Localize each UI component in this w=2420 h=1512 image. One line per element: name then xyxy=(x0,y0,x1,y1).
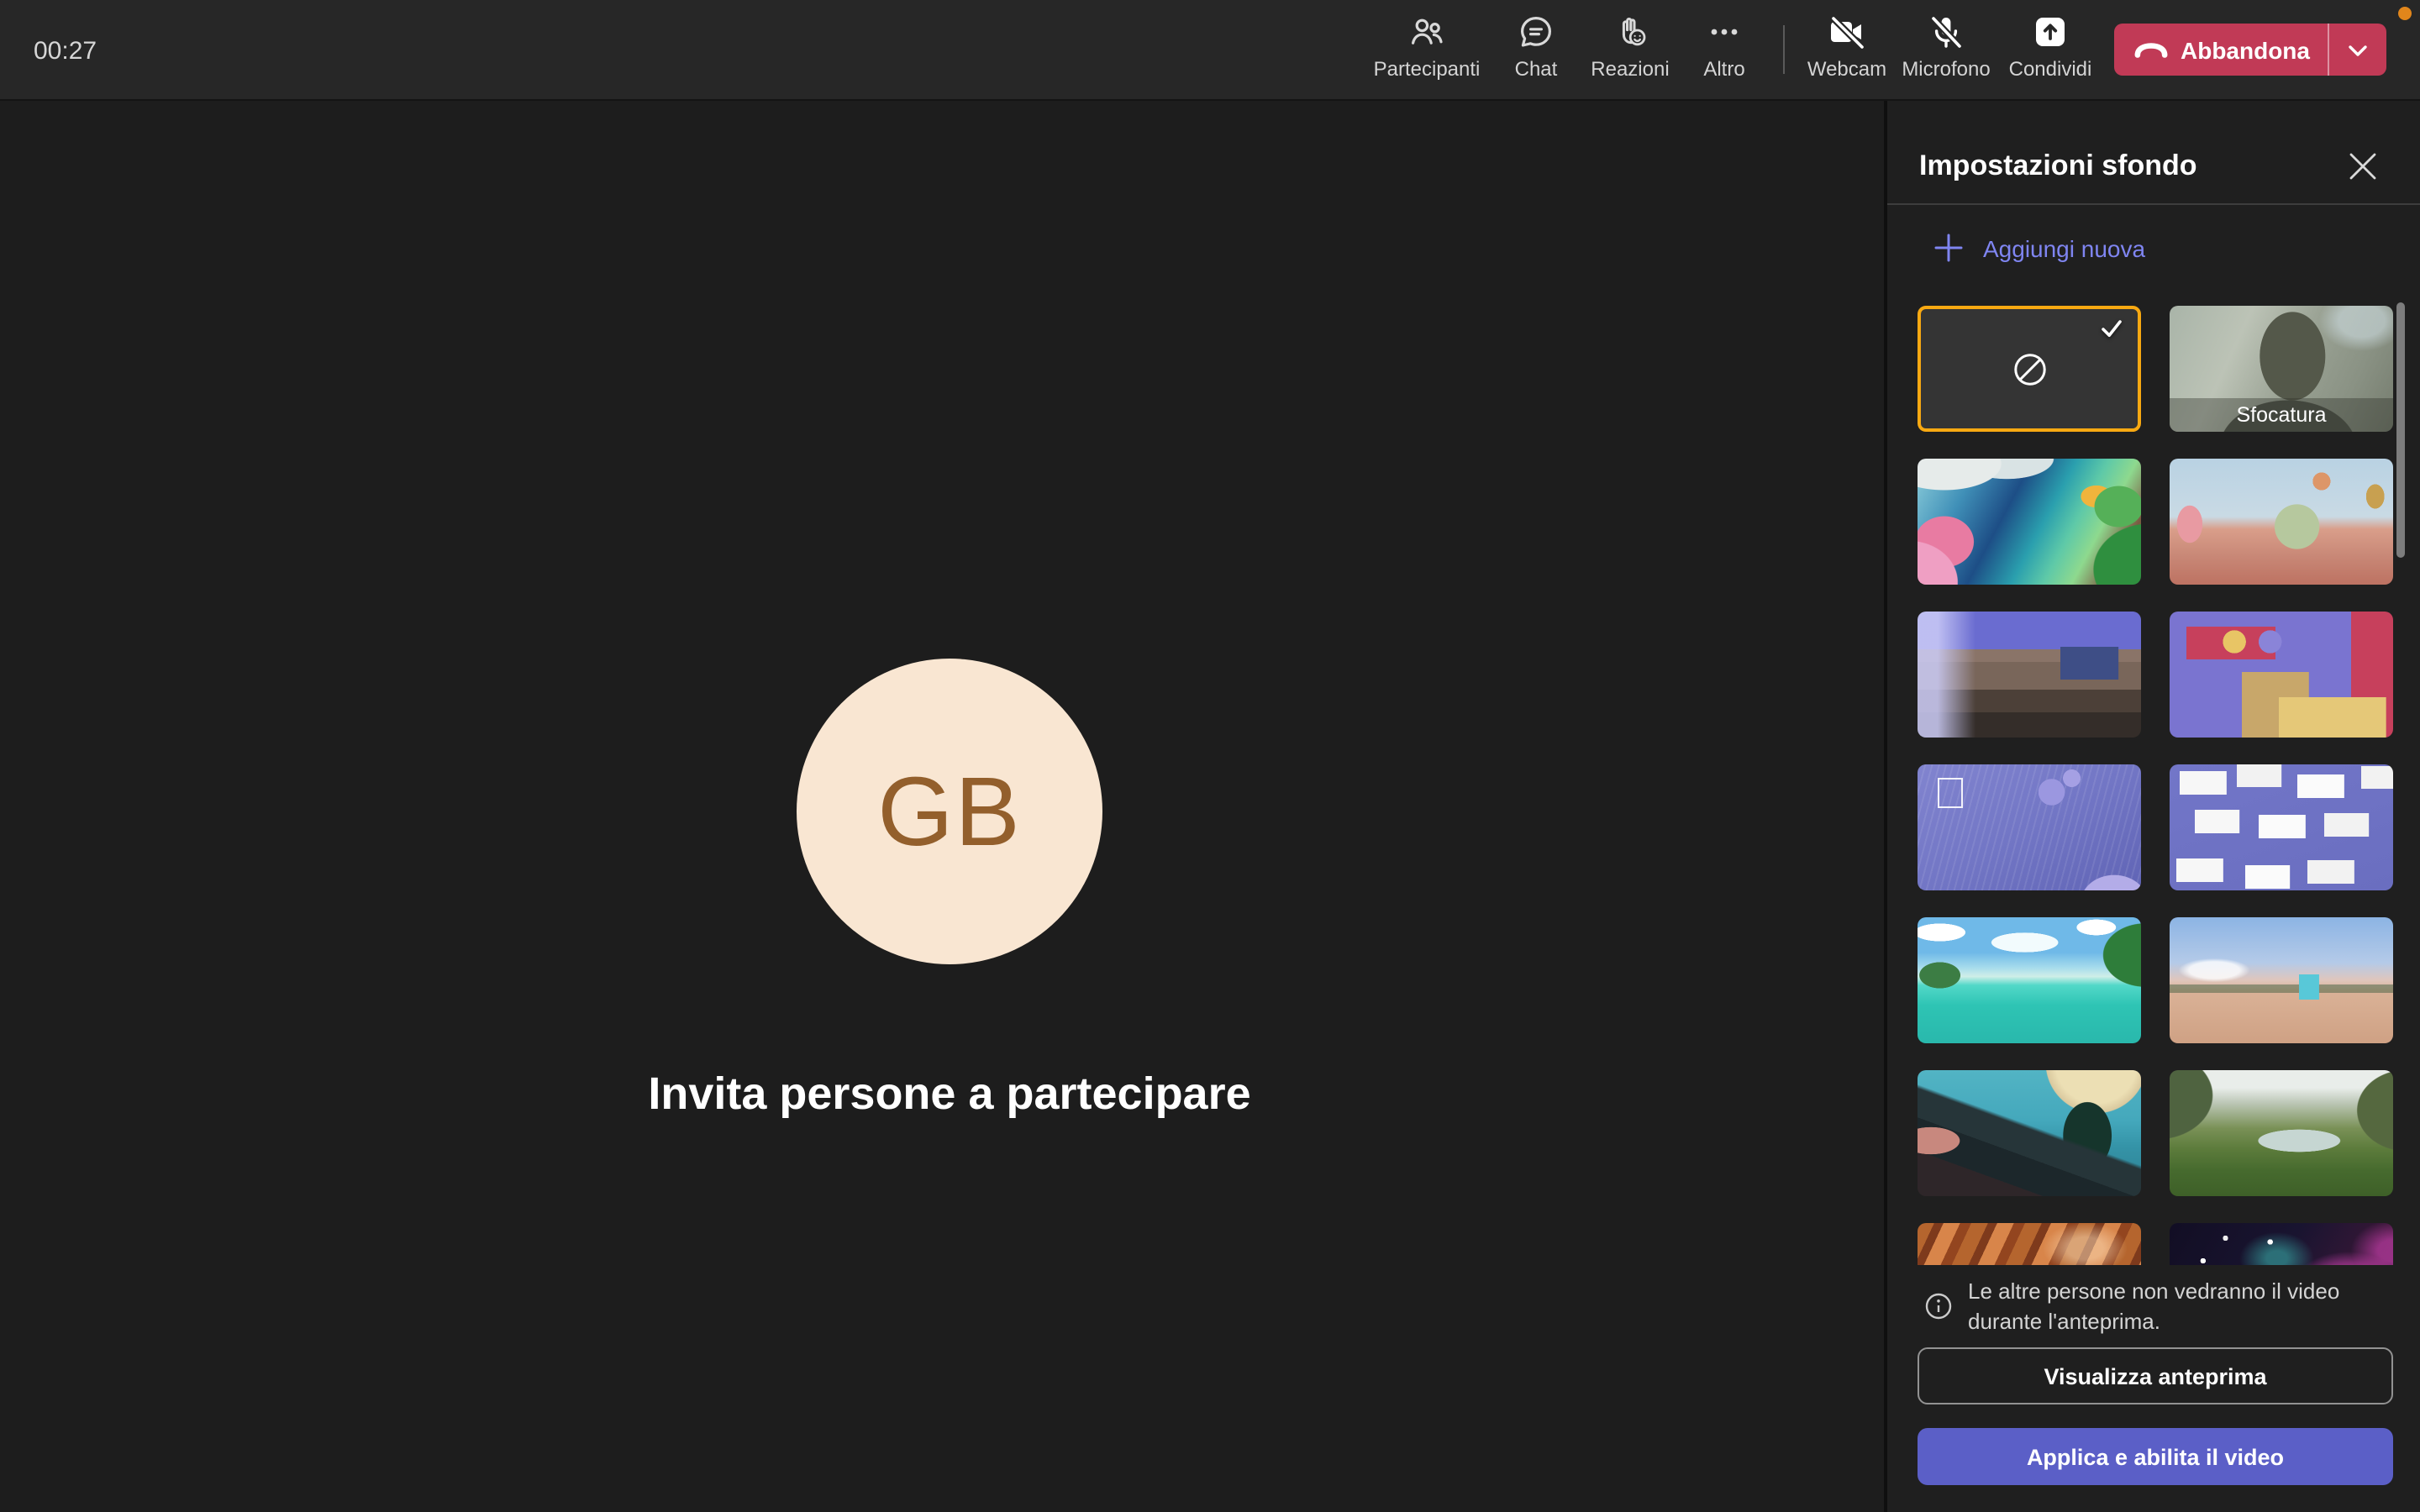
block-icon xyxy=(2007,347,2051,391)
mic-off-icon xyxy=(1926,12,1966,52)
background-option-colorful-study[interactable] xyxy=(2170,612,2393,738)
background-option-blur[interactable]: Sfocatura xyxy=(2170,306,2393,432)
background-option-very-peri-fur[interactable] xyxy=(1918,764,2141,890)
background-option-living-room[interactable] xyxy=(1918,612,2141,738)
hand-smiley-icon xyxy=(1610,12,1650,52)
meeting-timer: 00:27 xyxy=(34,37,97,66)
panel-scrollbar[interactable] xyxy=(2396,302,2405,558)
notification-dot xyxy=(2398,7,2412,20)
share-label: Condividi xyxy=(1980,57,2121,81)
background-option-beach-lifeguard[interactable] xyxy=(2170,917,2393,1043)
background-option-very-peri-cards[interactable] xyxy=(2170,764,2393,890)
plus-icon xyxy=(1933,232,1965,264)
people-icon xyxy=(1407,12,1447,52)
more-label: Altro xyxy=(1654,57,1795,81)
chat-bubble-icon xyxy=(1516,12,1556,52)
background-option-none[interactable] xyxy=(1918,306,2141,432)
add-new-label: Aggiungi nuova xyxy=(1983,234,2145,261)
background-settings-panel: Impostazioni sfondo Aggiungi nuova xyxy=(1887,101,2420,1512)
share-arrow-icon xyxy=(2030,12,2070,52)
check-icon xyxy=(2101,319,2123,338)
close-icon xyxy=(2348,151,2378,181)
close-panel-button[interactable] xyxy=(2341,144,2385,188)
leave-label: Abbandona xyxy=(2181,36,2310,63)
leave-button-group: Abbandona xyxy=(2114,24,2386,76)
add-new-background-button[interactable]: Aggiungi nuova xyxy=(1933,232,2145,264)
background-option-mountain-valley[interactable] xyxy=(2170,1070,2393,1196)
info-icon xyxy=(1924,1292,1953,1320)
background-option-galaxy-nebula[interactable] xyxy=(2170,1223,2393,1265)
invite-text: Invita persone a partecipare xyxy=(277,1068,1622,1121)
preview-button[interactable]: Visualizza anteprima xyxy=(1918,1347,2393,1404)
preview-info-text: Le altre persone non vedranno il video d… xyxy=(1968,1277,2365,1336)
ellipsis-icon xyxy=(1704,12,1744,52)
apply-and-enable-video-button[interactable]: Applica e abilita il video xyxy=(1918,1428,2393,1485)
panel-title: Impostazioni sfondo xyxy=(1919,150,2197,183)
background-option-birthday-celebration[interactable] xyxy=(2170,459,2393,585)
preview-info: Le altre persone non vedranno il video d… xyxy=(1924,1277,2365,1336)
leave-button[interactable]: Abbandona xyxy=(2114,24,2328,76)
teams-meeting-window: 00:27 Partecipanti Chat xyxy=(0,0,2420,1512)
background-option-tropical-lagoon[interactable] xyxy=(1918,917,2141,1043)
hangup-icon xyxy=(2132,31,2169,68)
share-button[interactable]: Condividi xyxy=(1980,12,2121,81)
meeting-stage: GB Invita persone a partecipare xyxy=(0,101,1884,1512)
leave-options-button[interactable] xyxy=(2329,24,2386,76)
meeting-toolbar: 00:27 Partecipanti Chat xyxy=(0,0,2420,101)
panel-header-divider xyxy=(1887,203,2420,205)
camera-off-icon xyxy=(1827,12,1867,52)
blur-label: Sfocatura xyxy=(2170,398,2393,432)
chevron-down-icon xyxy=(2344,36,2371,63)
background-option-papercut-landscape[interactable] xyxy=(1918,459,2141,585)
more-button[interactable]: Altro xyxy=(1654,12,1795,81)
avatar: GB xyxy=(797,659,1102,964)
background-options-grid: Sfocatura xyxy=(1918,306,2393,1265)
background-option-alien-landscape[interactable] xyxy=(1918,1070,2141,1196)
background-option-canyon-rocks[interactable] xyxy=(1918,1223,2141,1265)
